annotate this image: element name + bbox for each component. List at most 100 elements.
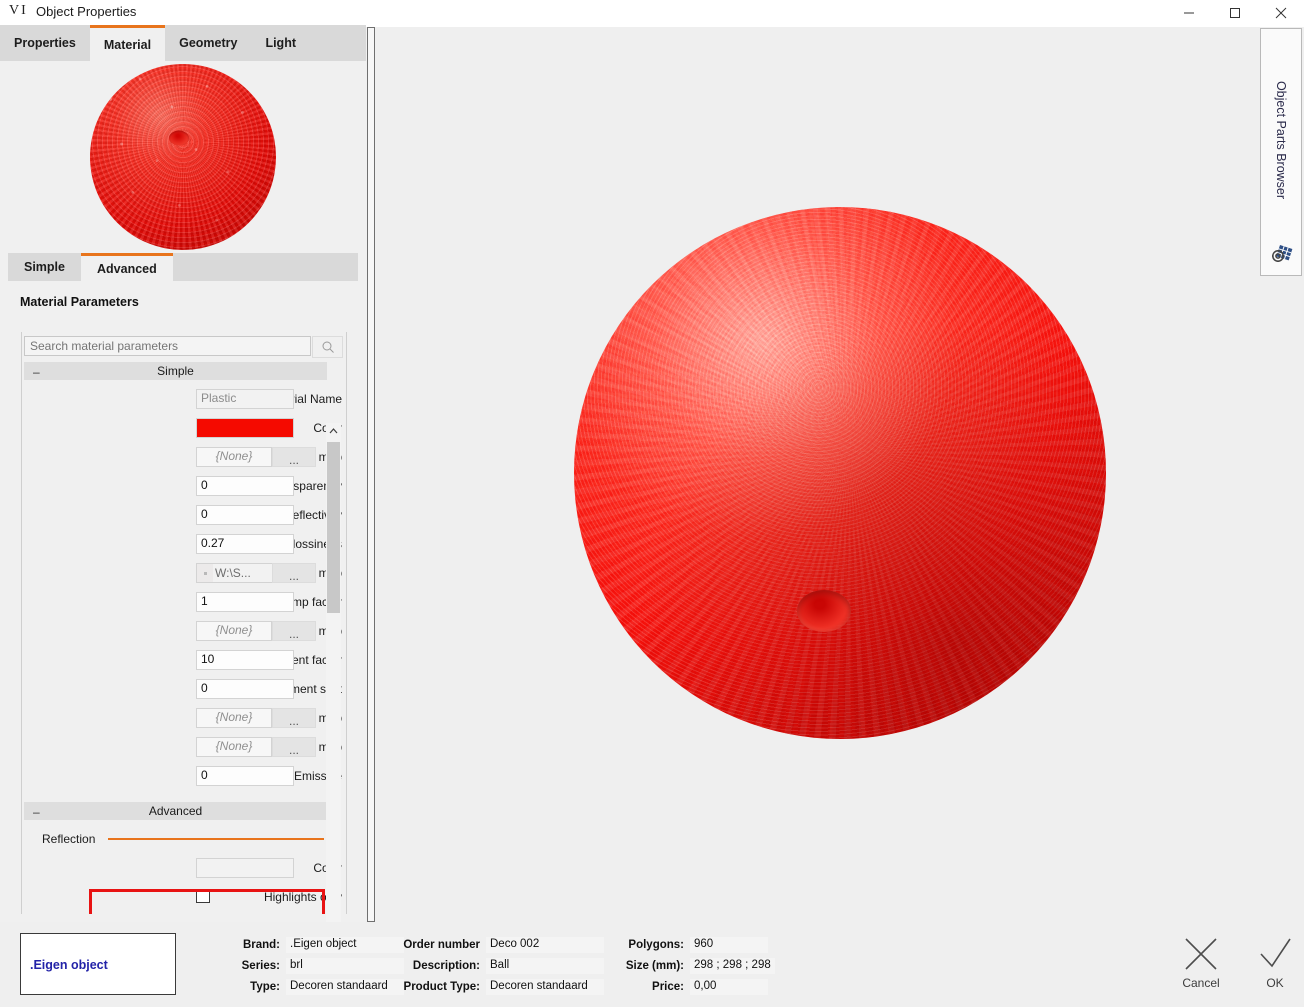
sphere-dimple: [797, 590, 852, 633]
parameter-scrollbar[interactable]: [326, 423, 341, 967]
preview-dimple: [169, 130, 190, 146]
maximize-icon[interactable]: [1212, 0, 1258, 25]
browse-button[interactable]: ...: [272, 447, 316, 467]
param-row: Transparency 0: [22, 476, 342, 498]
group-header-simple[interactable]: – Simple: [24, 362, 327, 380]
subtab-simple[interactable]: Simple: [8, 253, 81, 281]
param-row: Highlights only: [22, 887, 342, 909]
map-value[interactable]: {None}: [196, 621, 272, 641]
footer-info-label: Size (mm):: [625, 960, 684, 972]
material-panel: SimpleAdvanced Material Parameters –Simp…: [0, 61, 366, 967]
cancel-button[interactable]: Cancel: [1166, 932, 1236, 1002]
preview-bump-texture: [90, 64, 276, 250]
group-header-label: Advanced: [148, 804, 203, 818]
param-input[interactable]: 1: [196, 592, 294, 612]
footer-info-label: Product Type:: [403, 981, 480, 993]
viewport-sphere-object[interactable]: [574, 207, 1106, 739]
tab-light[interactable]: Light: [251, 25, 310, 61]
search-icon[interactable]: [312, 336, 343, 358]
close-icon[interactable]: [1258, 0, 1304, 25]
minimize-icon[interactable]: [1166, 0, 1212, 25]
object-properties-window: VI Object Properties Properties Material G…: [0, 0, 1304, 1007]
param-subheader-row: Reflection: [22, 829, 342, 851]
panel-scroll-track[interactable]: [367, 27, 375, 922]
param-row: Color: [22, 858, 342, 880]
param-input[interactable]: 0: [196, 505, 294, 525]
group-header-label: Simple: [157, 364, 194, 378]
panel-divider-scrollbar[interactable]: [366, 27, 376, 922]
highlights-only-checkbox[interactable]: [196, 889, 210, 903]
scrollbar-thumb[interactable]: [327, 442, 340, 613]
footer-info-label: Order number: [403, 939, 480, 951]
color-swatch[interactable]: [196, 418, 294, 438]
object-thumbnail[interactable]: .Eigen object: [20, 933, 176, 995]
collapse-icon[interactable]: –: [33, 365, 40, 379]
param-row: Emissive 0: [22, 766, 342, 788]
window-title: Object Properties: [36, 4, 137, 19]
param-input[interactable]: 0.27: [196, 534, 294, 554]
footer-info-value: 298 ; 298 ; 298: [690, 958, 775, 974]
param-row: Reflection map{None}...: [22, 708, 342, 730]
param-row: Diffuse map{None}...: [22, 447, 342, 469]
param-input[interactable]: 10: [196, 650, 294, 670]
param-input[interactable]: Plastic: [196, 389, 294, 409]
param-row: Reflectivity 0: [22, 505, 342, 527]
tab-material[interactable]: Material: [89, 25, 166, 61]
x-icon: [1182, 932, 1220, 976]
parts-browser-icon[interactable]: [1269, 241, 1295, 267]
texture-thumbnail-icon: [197, 564, 213, 582]
title-bar: VI Object Properties: [0, 0, 1304, 25]
group-header-advanced[interactable]: – Advanced: [24, 802, 327, 820]
tab-geometry[interactable]: Geometry: [165, 25, 252, 61]
footer-info-value: Decoren standaard: [486, 979, 604, 995]
parameter-list: – Simple Material NamePlastic Color Diffuse …: [21, 332, 347, 914]
material-preview-sphere: [90, 64, 276, 250]
map-value[interactable]: {None}: [196, 737, 272, 757]
map-value[interactable]: {None}: [196, 447, 272, 467]
browse-button[interactable]: ...: [272, 708, 316, 728]
footer-info-label: Brand:: [242, 939, 280, 951]
browse-button[interactable]: ...: [272, 621, 316, 641]
window-controls: [1166, 0, 1304, 25]
param-row: Displacement factor10: [22, 650, 342, 672]
footer-info-value: Deco 002: [486, 937, 604, 953]
footer-info-value: 0,00: [690, 979, 768, 995]
cancel-button-label: Cancel: [1182, 976, 1220, 990]
object-thumbnail-label: .Eigen object: [30, 958, 108, 972]
main-tabs: Properties Material Geometry Light: [0, 25, 366, 61]
app-logo: VI: [9, 3, 28, 18]
check-icon: [1256, 932, 1294, 976]
search-input[interactable]: [24, 336, 311, 356]
ok-button[interactable]: OK: [1240, 932, 1304, 1002]
param-row: Bump factor 1: [22, 592, 342, 614]
section-title: Material Parameters: [20, 295, 139, 309]
footer-info-label: Series:: [241, 960, 280, 972]
right-sidebar: Object Parts Browser: [1256, 27, 1304, 922]
subtab-advanced[interactable]: Advanced: [81, 253, 173, 281]
3d-viewport[interactable]: [376, 27, 1256, 922]
browse-button[interactable]: ...: [272, 563, 316, 583]
browse-button[interactable]: ...: [272, 737, 316, 757]
map-file-path: W:\S...: [215, 566, 251, 580]
reflection-color-swatch[interactable]: [196, 858, 294, 878]
sphere-shading: [574, 207, 1106, 739]
param-row: Glossiness 0.27: [22, 534, 342, 556]
tab-properties[interactable]: Properties: [0, 25, 90, 61]
param-row: Color: [22, 418, 342, 440]
param-row: Material Name Plastic: [22, 389, 342, 411]
footer-info-label: Polygons:: [628, 939, 684, 951]
collapse-icon[interactable]: –: [33, 805, 40, 819]
scroll-up-icon[interactable]: [326, 423, 341, 439]
param-input[interactable]: 0: [196, 766, 294, 786]
footer-info-value: Ball: [486, 958, 604, 974]
material-subtabs: Simple Advanced: [8, 253, 358, 281]
object-parts-browser-tab[interactable]: Object Parts Browser: [1260, 28, 1302, 276]
param-input[interactable]: 0: [196, 476, 294, 496]
footer-bar: .Eigen object Brand: .Eigen object Series:…: [0, 922, 1304, 1007]
param-input[interactable]: 0: [196, 679, 294, 699]
map-value[interactable]: {None}: [196, 708, 272, 728]
footer-info-label: Type:: [250, 981, 280, 993]
reflection-divider: [108, 838, 324, 840]
param-row: Displacement shift0: [22, 679, 342, 701]
object-parts-browser-label: Object Parts Browser: [1274, 80, 1288, 200]
